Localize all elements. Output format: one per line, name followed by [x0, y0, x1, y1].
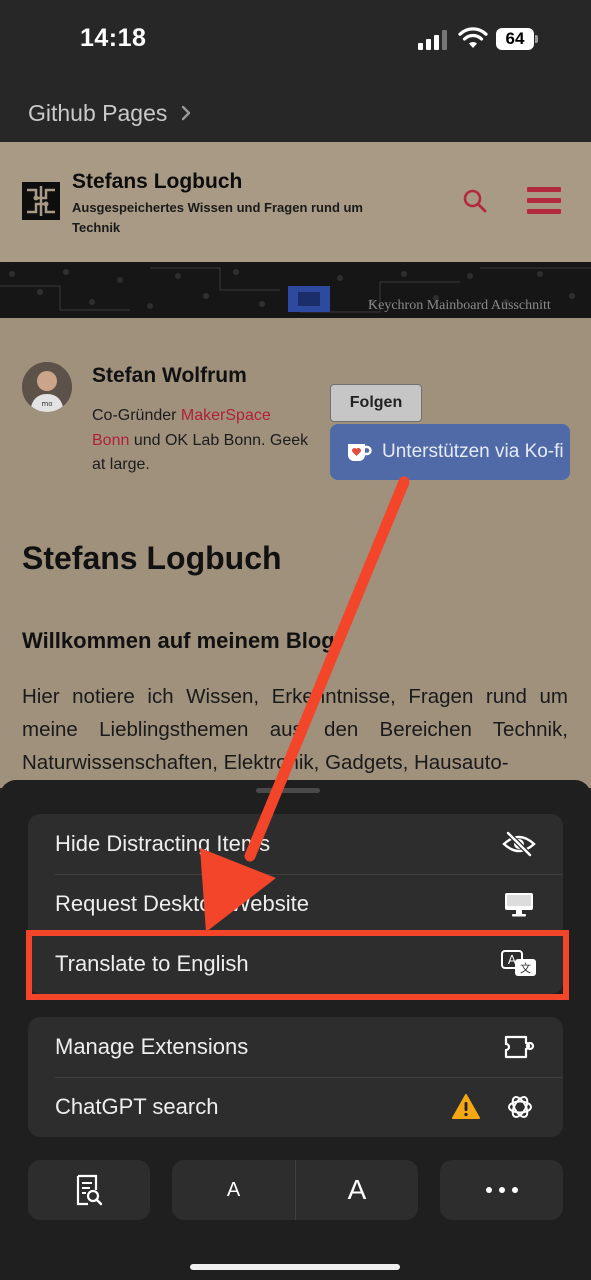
hamburger-menu-icon[interactable] [527, 187, 561, 215]
annotation-highlight-box [26, 930, 569, 1000]
chevron-right-icon [181, 105, 191, 121]
blog-title: Stefans Logbuch [22, 540, 282, 576]
menu-group-extensions: Manage Extensions ChatGPT search [28, 1017, 563, 1137]
author-bio: Co-Gründer MakerSpace Bonn und OK Lab Bo… [92, 404, 312, 478]
welcome-heading: Willkommen auf meinem Blog! [22, 628, 343, 653]
header-banner-image: Keychron Mainboard Ausschnitt [0, 262, 591, 318]
puzzle-icon [504, 1035, 535, 1059]
site-tagline: Ausgespeichertes Wissen und Fragen rund … [72, 200, 363, 235]
page-menu-sheet: Hide Distracting Items Request Desktop W… [0, 780, 591, 1280]
site-name-label: Github Pages [28, 100, 168, 126]
decrease-font-size-button[interactable]: A [172, 1160, 295, 1220]
reader-page-icon [76, 1174, 103, 1206]
warning-icon [452, 1094, 480, 1119]
bio-prefix: Co-Gründer [92, 407, 181, 424]
site-header: Stefans Logbuch Ausgespeichertes Wissen … [0, 142, 591, 262]
kofi-support-button[interactable]: Unterstützen via Ko-fi [330, 424, 570, 480]
desktop-icon [505, 893, 533, 917]
author-avatar: mo [22, 362, 72, 412]
battery-icon: 64 [496, 28, 538, 50]
kofi-label: Unterstützen via Ko-fi [382, 441, 564, 462]
chatgpt-search-item[interactable]: ChatGPT search [28, 1077, 563, 1137]
menu-item-label: Manage Extensions [55, 1034, 249, 1059]
search-icon[interactable] [462, 188, 488, 214]
banner-caption: Keychron Mainboard Ausschnitt [368, 298, 551, 313]
request-desktop-website-item[interactable]: Request Desktop Website [28, 874, 563, 934]
battery-level: 64 [496, 28, 534, 50]
sheet-grabber[interactable] [256, 788, 320, 793]
status-time: 14:18 [80, 24, 147, 52]
menu-item-label: Request Desktop Website [55, 891, 309, 916]
hide-distracting-items-item[interactable]: Hide Distracting Items [28, 814, 563, 874]
site-title[interactable]: Stefans Logbuch [72, 170, 242, 194]
manage-extensions-item[interactable]: Manage Extensions [28, 1017, 563, 1077]
browser-site-title[interactable]: Github Pages [0, 82, 591, 142]
page-content: mo Stefan Wolfrum Co-Gründer MakerSpace … [0, 318, 591, 788]
follow-button[interactable]: Folgen [330, 384, 422, 422]
menu-item-label: ChatGPT search [55, 1094, 219, 1119]
menu-item-label: Hide Distracting Items [55, 831, 271, 856]
reader-view-button[interactable] [28, 1160, 150, 1220]
site-logo-icon[interactable] [22, 182, 60, 220]
more-options-button[interactable] [440, 1160, 563, 1220]
font-size-controls: A A [172, 1160, 418, 1220]
status-bar: 14:18 64 [0, 0, 591, 82]
more-dots-icon [486, 1187, 518, 1193]
home-indicator[interactable] [190, 1264, 400, 1270]
eye-slash-icon [502, 831, 536, 857]
wifi-icon [458, 27, 488, 48]
increase-font-size-button[interactable]: A [296, 1160, 418, 1220]
kofi-cup-icon [348, 444, 372, 461]
svg-text:mo: mo [41, 400, 52, 408]
author-name: Stefan Wolfrum [92, 364, 247, 387]
intro-paragraph: Hier notiere ich Wissen, Erkenntnisse, F… [22, 685, 568, 774]
openai-icon [508, 1096, 532, 1118]
cellular-signal-icon [418, 30, 448, 50]
